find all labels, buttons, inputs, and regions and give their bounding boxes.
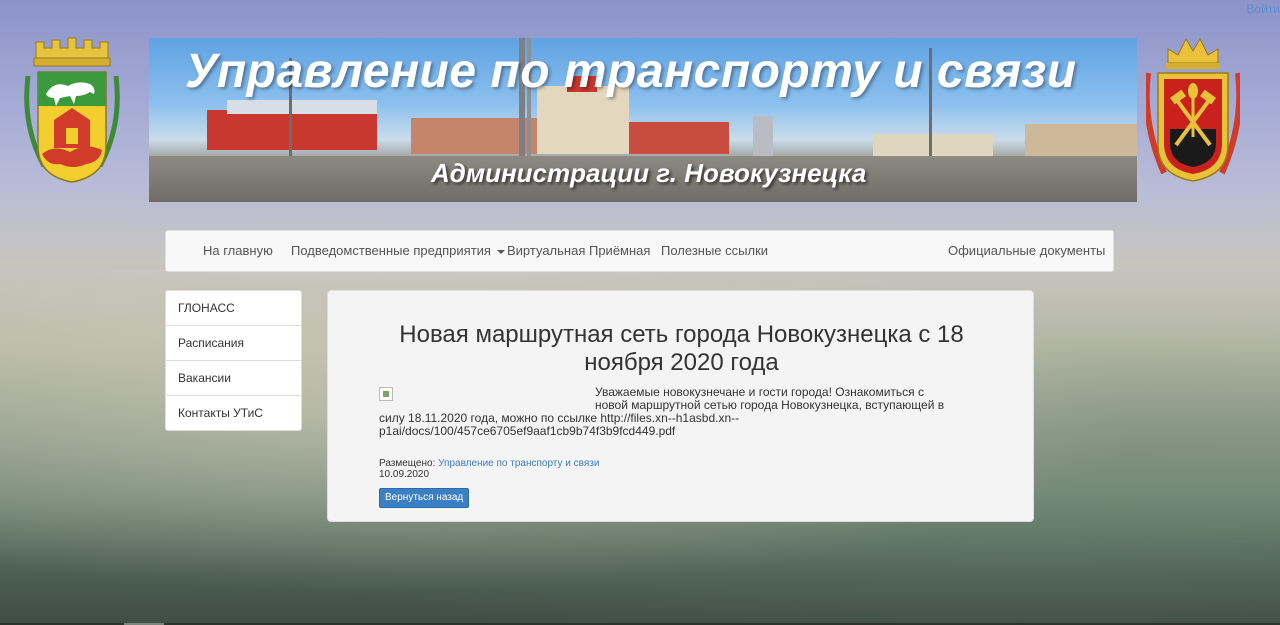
sidebar-item-vacancies[interactable]: Вакансии <box>166 361 301 396</box>
sidebar-item-contacts[interactable]: Контакты УТиС <box>166 396 301 430</box>
main-navbar: На главную Подведомственные предприятия … <box>165 230 1114 272</box>
kemerovo-oblast-coat-of-arms <box>1146 37 1240 182</box>
back-button[interactable]: Вернуться назад <box>379 488 470 508</box>
article-body: Уважаемые новокузнечане и гости города! … <box>379 386 959 438</box>
header-banner: Управление по транспорту и связи Админис… <box>149 38 1137 202</box>
sidebar-item-glonass[interactable]: ГЛОНАСС <box>166 291 301 326</box>
banner-title: Управление по транспорту и связи <box>185 45 1077 98</box>
login-link[interactable]: Войти <box>1246 2 1280 16</box>
sidebar-item-schedules[interactable]: Расписания <box>166 326 301 361</box>
article-date: 10.09.2020 <box>379 469 430 480</box>
nav-home[interactable]: На главную <box>203 231 273 271</box>
posted-label: Размещено: <box>379 458 436 469</box>
nav-useful-links[interactable]: Полезные ссылки <box>661 231 768 271</box>
nav-virtual-reception[interactable]: Виртуальная Приёмная <box>507 231 650 271</box>
nav-official-documents[interactable]: Официальные документы <box>948 231 1105 271</box>
nav-subordinate-enterprises[interactable]: Подведомственные предприятия <box>291 231 505 271</box>
banner-subtitle: Администрации г. Новокузнецка <box>431 158 867 188</box>
caret-down-icon <box>496 249 505 254</box>
article-panel: Новая маршрутная сеть города Новокузнецк… <box>327 290 1034 522</box>
article-title: Новая маршрутная сеть города Новокузнецк… <box>399 321 964 376</box>
novokuznetsk-coat-of-arms <box>24 37 120 183</box>
sidebar-menu: ГЛОНАСС Расписания Вакансии Контакты УТи… <box>165 290 302 431</box>
article-meta: Размещено: Управление по транспорту и св… <box>379 458 599 480</box>
posted-by-link[interactable]: Управление по транспорту и связи <box>438 458 599 469</box>
nav-subordinate-enterprises-label: Подведомственные предприятия <box>291 243 491 258</box>
